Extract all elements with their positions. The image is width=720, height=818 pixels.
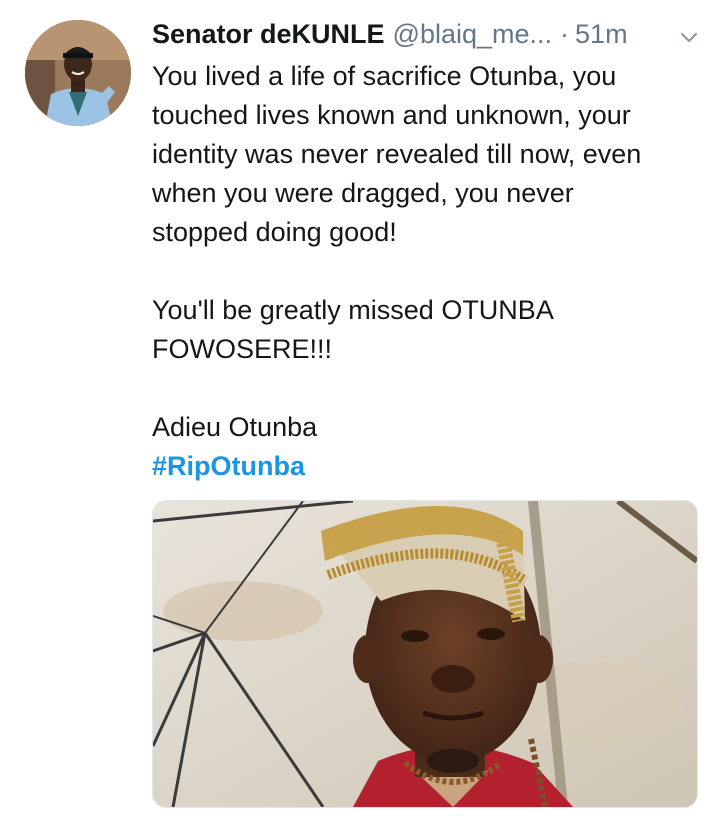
tweet-paragraph-1: You lived a life of sacrifice Otunba, yo…: [152, 57, 700, 252]
text-line: touched lives known and unknown, your: [152, 100, 631, 130]
tweet-timestamp[interactable]: 51m: [575, 19, 628, 50]
text-line: You'll be greatly missed OTUNBA: [152, 295, 554, 325]
text-line: FOWOSERE!!!: [152, 334, 333, 364]
tweet-media-photo[interactable]: [152, 500, 698, 808]
text-line: stopped doing good!: [152, 217, 397, 247]
text-line: Adieu Otunba: [152, 412, 318, 442]
text-line: identity was never revealed till now, ev…: [152, 139, 642, 169]
tweet-text: You lived a life of sacrifice Otunba, yo…: [152, 57, 700, 486]
text-line: when you were dragged, you never: [152, 178, 574, 208]
avatar-photo: [25, 20, 131, 126]
author-avatar[interactable]: [25, 20, 131, 126]
tweet-card[interactable]: Senator deKUNLE @blaiq_me... · 51m You l…: [0, 0, 720, 818]
tweet-paragraph-2: You'll be greatly missed OTUNBA FOWOSERE…: [152, 291, 700, 369]
author-handle[interactable]: @blaiq_me...: [393, 19, 552, 50]
photo-image: [153, 501, 697, 807]
text-line: You lived a life of sacrifice Otunba, yo…: [152, 61, 617, 91]
separator-dot: ·: [560, 18, 570, 49]
tweet-header: Senator deKUNLE @blaiq_me... · 51m: [152, 14, 700, 54]
hashtag-link[interactable]: #RipOtunba: [152, 447, 700, 486]
tweet-paragraph-3: Adieu Otunba #RipOtunba: [152, 408, 700, 486]
author-display-name[interactable]: Senator deKUNLE: [152, 19, 385, 50]
chevron-down-icon[interactable]: [678, 24, 700, 46]
